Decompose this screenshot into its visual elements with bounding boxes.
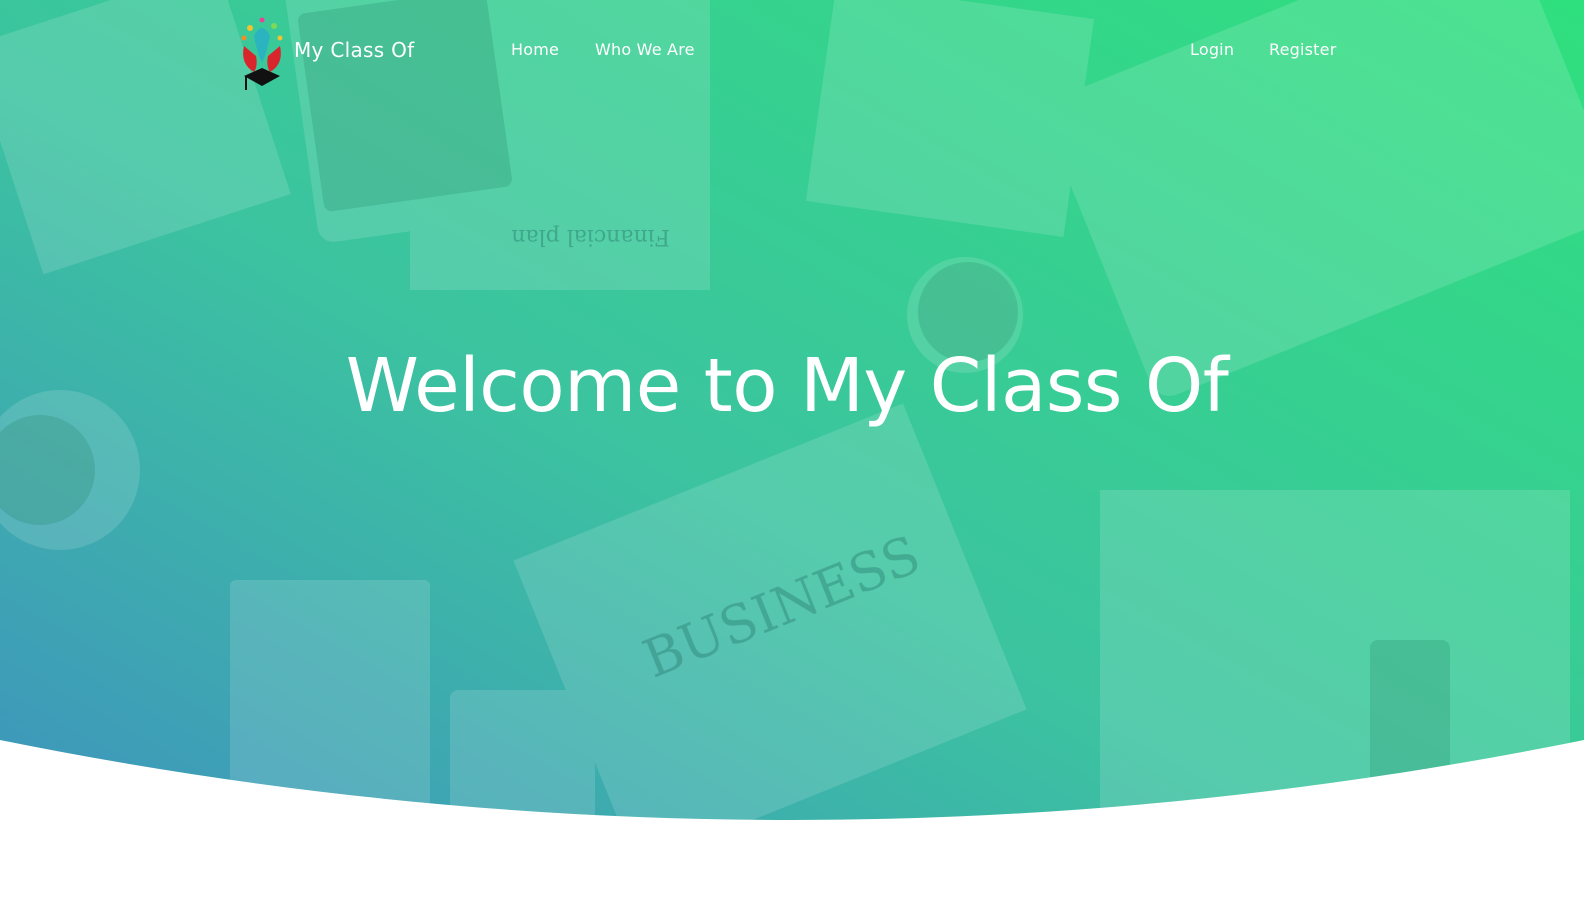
landing-page: BUSINESS Financial plan My Class Of Home… [0,0,1584,900]
nav-login-link[interactable]: Login [1190,40,1234,59]
graduation-hands-logo-icon [241,17,283,90]
brand-name: My Class Of [294,38,415,62]
nav-who-we-are-link[interactable]: Who We Are [595,40,695,59]
brand-home-link[interactable]: My Class Of [236,16,415,92]
nav-home-link[interactable]: Home [511,40,559,59]
hero-section: BUSINESS Financial plan My Class Of Home… [0,0,1584,900]
svg-text:Financial plan: Financial plan [511,224,670,249]
hero-title: Welcome to My Class Of [345,343,1229,429]
nav-register-link[interactable]: Register [1269,40,1336,59]
hero-background-image: BUSINESS Financial plan [0,0,1584,820]
top-navbar: My Class Of Home Who We Are Login Regist… [0,0,1584,100]
